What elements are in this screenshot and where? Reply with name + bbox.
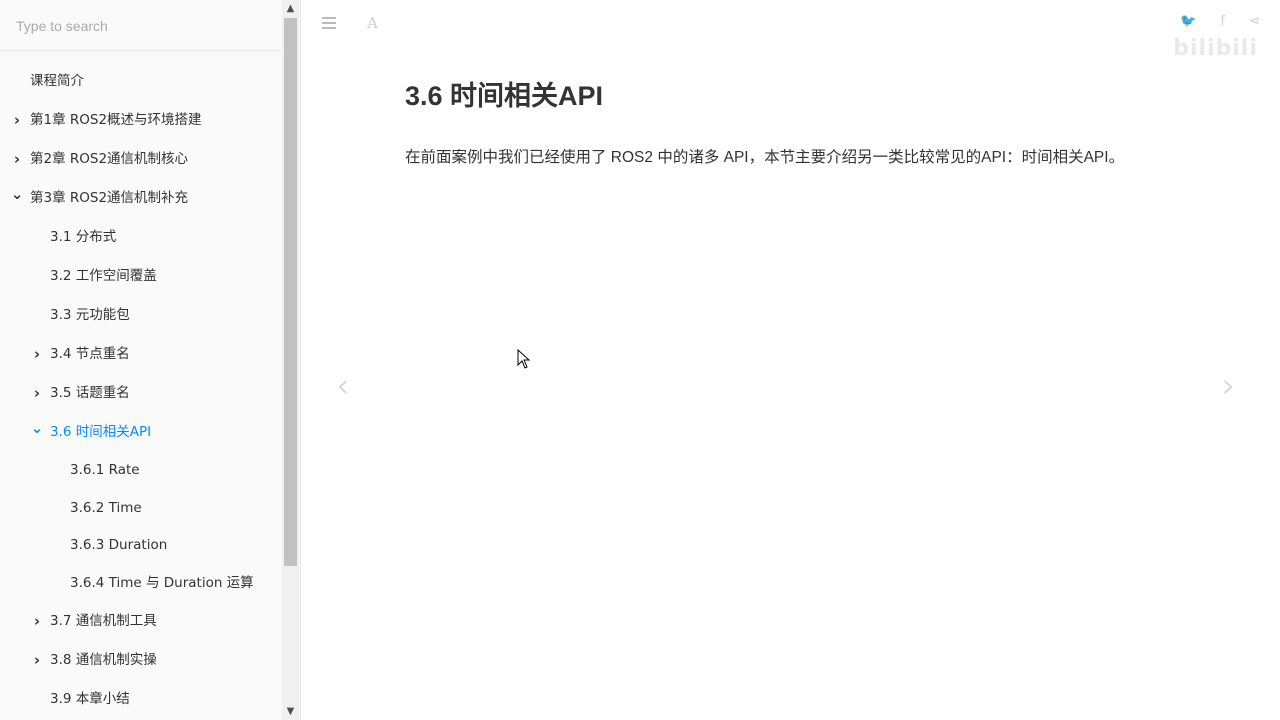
toc-item-label: 3.8 通信机制实操 bbox=[50, 652, 157, 668]
page-title: 3.6 时间相关API bbox=[405, 81, 604, 111]
toc-item-label: 第2章 ROS2通信机制核心 bbox=[30, 151, 189, 167]
toc-item-3-6-2[interactable]: 3.6.2 Time bbox=[0, 490, 282, 528]
share-icon[interactable]: ⋖ bbox=[1249, 14, 1260, 29]
toc-item-label: 3.5 话题重名 bbox=[50, 385, 130, 401]
toc-item-label: 第1章 ROS2概述与环境搭建 bbox=[30, 112, 202, 128]
toc-item-label: 3.4 节点重名 bbox=[50, 346, 130, 362]
mouse-cursor-icon bbox=[517, 349, 531, 369]
chevron-down-icon[interactable]: ⌄ bbox=[30, 409, 44, 448]
sidebar: 课程简介 › 第1章 ROS2概述与环境搭建 › 第2章 ROS2通信机制核心 … bbox=[0, 0, 301, 720]
chevron-right-icon[interactable]: › bbox=[30, 641, 44, 680]
toc-item-chapter-3[interactable]: ⌄ 第3章 ROS2通信机制补充 bbox=[0, 179, 282, 218]
scroll-up-icon[interactable]: ▲ bbox=[282, 0, 299, 17]
toc-item-3-1[interactable]: 3.1 分布式 bbox=[0, 218, 282, 257]
search-box bbox=[0, 0, 282, 51]
toc-item-3-3[interactable]: 3.3 元功能包 bbox=[0, 296, 282, 335]
sidebar-scrollbar[interactable]: ▲ ▼ bbox=[282, 0, 299, 720]
toc-item-3-4[interactable]: › 3.4 节点重名 bbox=[0, 335, 282, 374]
chevron-right-icon[interactable]: › bbox=[10, 140, 24, 179]
toc-item-chapter-1[interactable]: › 第1章 ROS2概述与环境搭建 bbox=[0, 101, 282, 140]
toc-item-3-7[interactable]: › 3.7 通信机制工具 bbox=[0, 602, 282, 641]
share-toolbar: 🐦 f ⋖ bbox=[1160, 14, 1260, 29]
chevron-down-icon[interactable]: ⌄ bbox=[10, 175, 24, 214]
toggle-sidebar-icon[interactable] bbox=[322, 17, 336, 31]
chevron-right-icon[interactable]: › bbox=[10, 101, 24, 140]
toc-item-3-6-3[interactable]: 3.6.3 Duration bbox=[0, 527, 282, 565]
toc-item-3-9[interactable]: 3.9 本章小结 bbox=[0, 680, 282, 719]
facebook-icon[interactable]: f bbox=[1220, 14, 1225, 29]
toc-item-label: 3.6.1 Rate bbox=[70, 462, 140, 478]
table-of-contents: 课程简介 › 第1章 ROS2概述与环境搭建 › 第2章 ROS2通信机制核心 … bbox=[0, 62, 282, 719]
toc-item-label: 3.3 元功能包 bbox=[50, 307, 130, 323]
search-input[interactable] bbox=[14, 15, 268, 37]
chevron-right-icon[interactable]: › bbox=[30, 602, 44, 641]
chevron-right-icon[interactable]: › bbox=[30, 335, 44, 374]
toc-item-label: 3.9 本章小结 bbox=[50, 691, 130, 707]
chevron-right-icon[interactable]: › bbox=[30, 374, 44, 413]
toc-item-3-2[interactable]: 3.2 工作空间覆盖 bbox=[0, 257, 282, 296]
toc-item-label: 3.6 时间相关API bbox=[50, 424, 152, 440]
toc-item-label: 3.6.2 Time bbox=[70, 499, 142, 516]
scrollbar-thumb[interactable] bbox=[284, 18, 297, 566]
toc-item-label: 3.1 分布式 bbox=[50, 229, 117, 245]
toc-item-3-6[interactable]: ⌄ 3.6 时间相关API bbox=[0, 413, 282, 452]
toc-item-label: 课程简介 bbox=[30, 73, 84, 89]
watermark-logo: bilibili bbox=[1173, 36, 1258, 61]
toc-item-label: 第3章 ROS2通信机制补充 bbox=[30, 190, 189, 206]
toc-item-3-6-4[interactable]: 3.6.4 Time 与 Duration 运算 bbox=[0, 565, 282, 603]
font-settings-icon[interactable]: A bbox=[367, 14, 378, 32]
toc-item-3-5[interactable]: › 3.5 话题重名 bbox=[0, 374, 282, 413]
toc-item-label: 3.6.3 Duration bbox=[70, 537, 168, 553]
toc-item-intro[interactable]: 课程简介 bbox=[0, 62, 282, 101]
intro-paragraph: 在前面案例中我们已经使用了 ROS2 中的诸多 API，本节主要介绍另一类比较常… bbox=[405, 149, 1125, 166]
toc-item-chapter-2[interactable]: › 第2章 ROS2通信机制核心 bbox=[0, 140, 282, 179]
scroll-down-icon[interactable]: ▼ bbox=[282, 703, 299, 720]
toc-item-label: 3.6.4 Time 与 Duration 运算 bbox=[70, 574, 254, 591]
prev-page-icon[interactable]: ‹ bbox=[336, 366, 350, 406]
toc-item-label: 3.2 工作空间覆盖 bbox=[50, 268, 157, 284]
toc-item-3-8[interactable]: › 3.8 通信机制实操 bbox=[0, 641, 282, 680]
toc-item-3-6-1[interactable]: 3.6.1 Rate bbox=[0, 452, 282, 490]
toc-item-label: 3.7 通信机制工具 bbox=[50, 613, 157, 629]
twitter-icon[interactable]: 🐦 bbox=[1180, 14, 1196, 29]
next-page-icon[interactable]: › bbox=[1222, 366, 1236, 406]
